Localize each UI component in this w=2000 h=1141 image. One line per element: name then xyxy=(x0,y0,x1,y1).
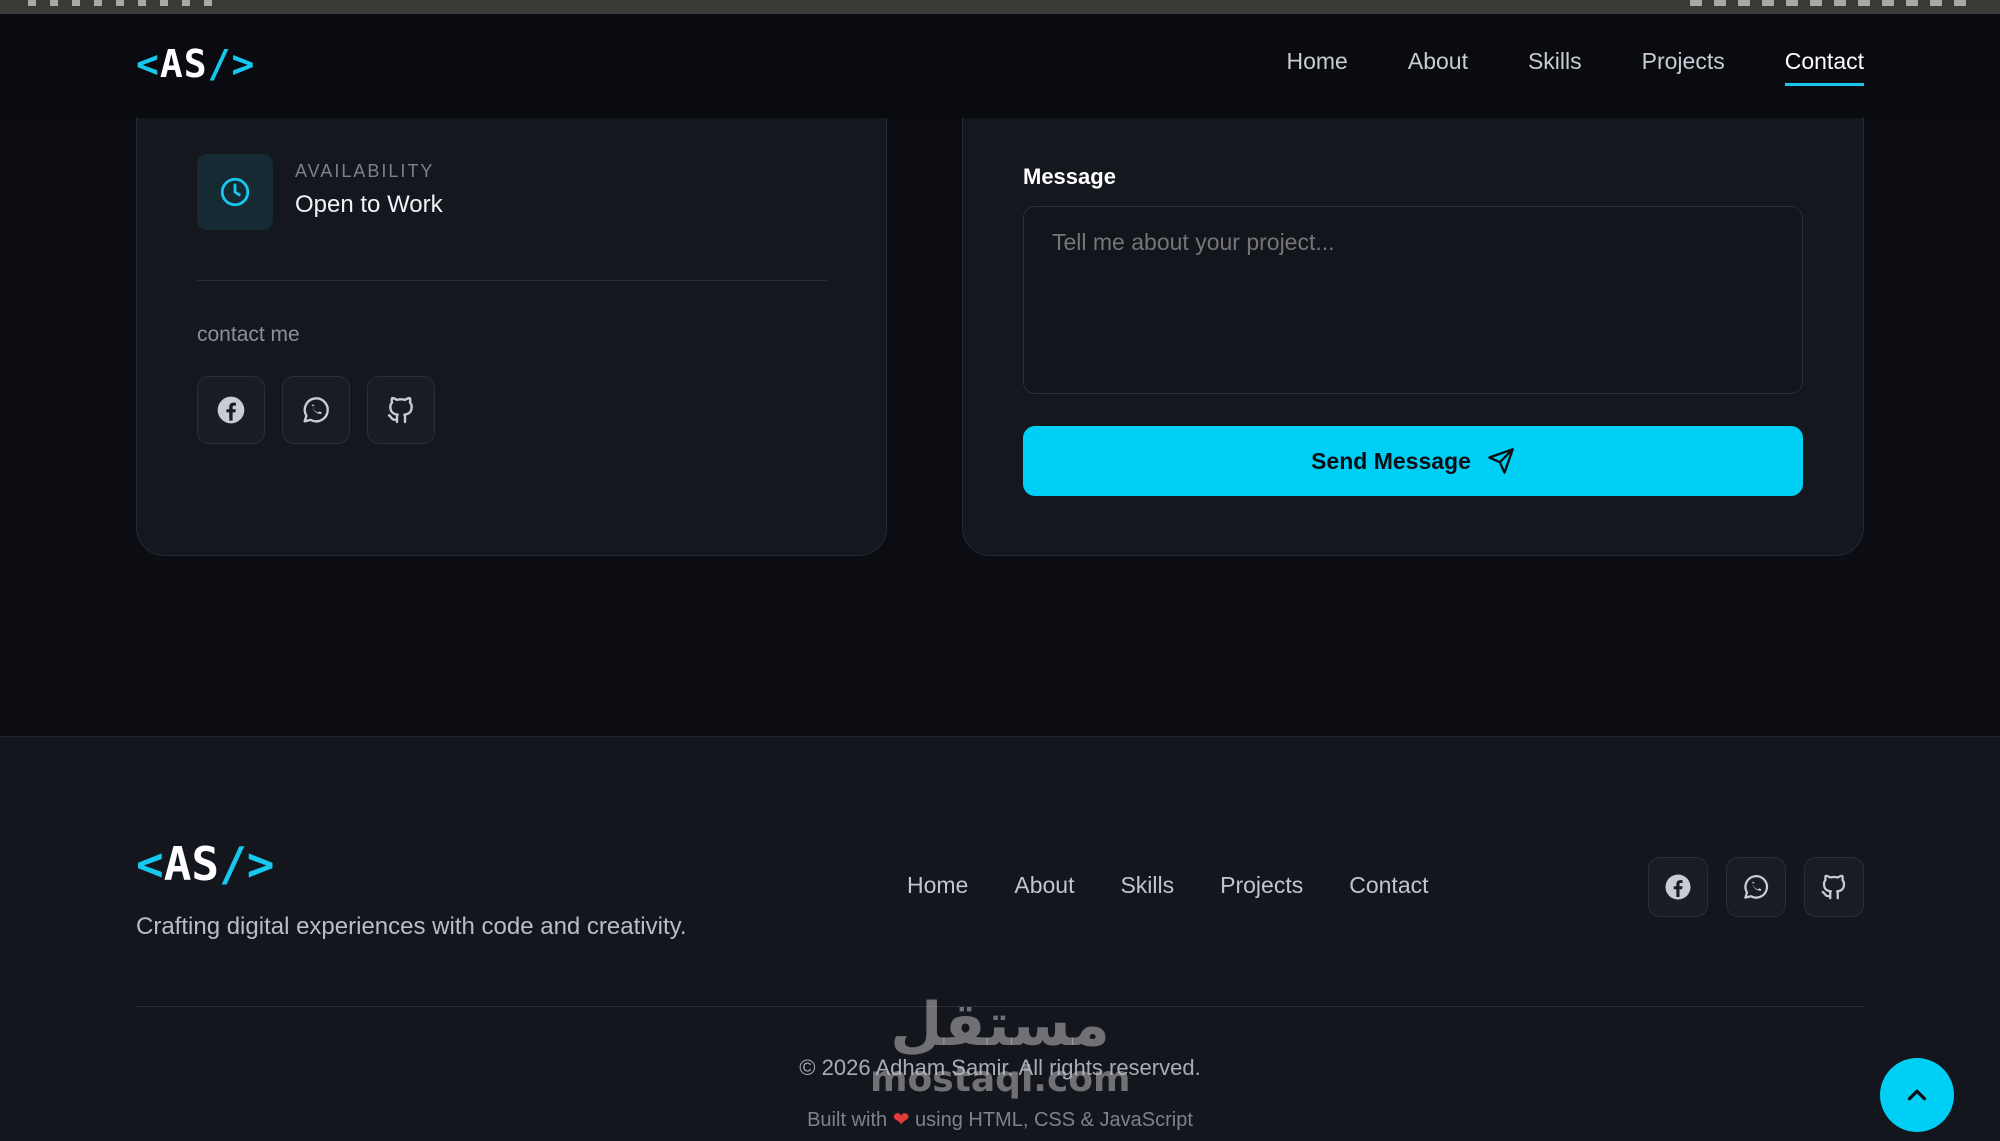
message-label: Message xyxy=(1023,164,1116,189)
chevron-up-icon xyxy=(1907,1089,1927,1101)
footer-tagline: Crafting digital experiences with code a… xyxy=(136,913,687,940)
facebook-icon xyxy=(1665,874,1691,900)
send-icon xyxy=(1488,448,1514,474)
contact-me-label: contact me xyxy=(197,323,300,346)
footer-divider xyxy=(136,1006,1864,1007)
footer-link-contact[interactable]: Contact xyxy=(1349,872,1428,899)
availability-value: Open to Work xyxy=(295,191,443,218)
contact-social-links xyxy=(197,376,435,444)
heart-icon: ❤ xyxy=(892,1109,910,1131)
footer-facebook-button[interactable] xyxy=(1648,857,1708,917)
github-button[interactable] xyxy=(367,376,435,444)
nav-projects[interactable]: Projects xyxy=(1642,48,1725,86)
built-prefix: Built with xyxy=(807,1109,888,1131)
nav-menu: Home About Skills Projects Contact xyxy=(1287,48,1864,86)
logo-close-bracket: /> xyxy=(207,42,256,86)
facebook-button[interactable] xyxy=(197,376,265,444)
whatsapp-icon xyxy=(303,397,329,423)
footer-nav: Home About Skills Projects Contact xyxy=(907,872,1429,899)
footer-logo-text: AS xyxy=(163,837,220,891)
nav-contact[interactable]: Contact xyxy=(1784,48,1864,86)
footer-link-projects[interactable]: Projects xyxy=(1220,872,1303,899)
footer-whatsapp-button[interactable] xyxy=(1726,857,1786,917)
send-message-label: Send Message xyxy=(1311,447,1471,474)
os-status-strip xyxy=(0,0,2000,14)
top-navbar: <AS/> Home About Skills Projects Contact xyxy=(0,14,2000,118)
scroll-to-top-button[interactable] xyxy=(1880,1058,1954,1132)
footer-link-skills[interactable]: Skills xyxy=(1120,872,1174,899)
logo-text: AS xyxy=(159,42,208,86)
nav-skills[interactable]: Skills xyxy=(1528,48,1582,86)
nav-home[interactable]: Home xyxy=(1287,48,1348,86)
footer-social-links xyxy=(1648,857,1864,917)
message-textarea[interactable] xyxy=(1023,206,1803,394)
availability-label: AVAILABILITY xyxy=(295,161,435,181)
whatsapp-icon xyxy=(1744,875,1769,899)
send-message-button[interactable]: Send Message xyxy=(1023,426,1803,496)
footer-logo[interactable]: <AS/> xyxy=(136,837,274,891)
availability-icon-tile xyxy=(197,154,273,230)
facebook-icon xyxy=(217,396,245,424)
footer-logo-open-bracket: < xyxy=(136,837,164,891)
contact-info-card: AVAILABILITY Open to Work contact me xyxy=(136,60,887,556)
footer-link-home[interactable]: Home xyxy=(907,872,968,899)
logo-open-bracket: < xyxy=(136,42,160,86)
whatsapp-button[interactable] xyxy=(282,376,350,444)
clock-icon xyxy=(220,177,250,207)
divider xyxy=(197,280,827,281)
footer-github-button[interactable] xyxy=(1804,857,1864,917)
footer-link-about[interactable]: About xyxy=(1014,872,1074,899)
footer: <AS/> Crafting digital experiences with … xyxy=(0,736,2000,1141)
built-with-text: Built with ❤ using HTML, CSS & JavaScrip… xyxy=(0,1107,2000,1132)
github-icon xyxy=(1821,874,1846,900)
nav-about[interactable]: About xyxy=(1408,48,1468,86)
contact-form-card: Message Send Message xyxy=(962,60,1864,556)
github-icon xyxy=(387,396,413,424)
built-suffix: using HTML, CSS & JavaScript xyxy=(915,1109,1193,1131)
copyright-text: © 2026 Adham Samir. All rights reserved. xyxy=(799,1055,1201,1080)
logo[interactable]: <AS/> xyxy=(136,42,255,86)
status-icons-left xyxy=(28,0,218,6)
status-icons-right xyxy=(1690,0,1970,6)
footer-logo-close-bracket: /> xyxy=(219,837,275,891)
